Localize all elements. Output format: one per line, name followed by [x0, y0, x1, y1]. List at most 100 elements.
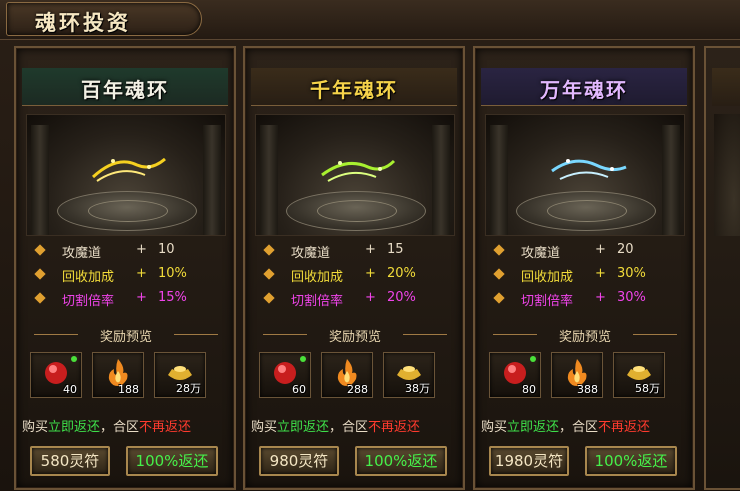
- buy-button[interactable]: 980灵符: [259, 446, 339, 476]
- stat-name: 攻魔道: [521, 246, 561, 261]
- reward-slots: 60 288 38万: [259, 352, 455, 402]
- diamond-bullet-icon: [34, 244, 46, 256]
- stat-name: 回收加成: [521, 270, 574, 285]
- stat-value: 30%: [617, 266, 646, 281]
- notice-prefix: 购买: [251, 420, 278, 435]
- stat-plus: +: [136, 242, 147, 257]
- stat-list: 攻魔道 + 20 回收加成 + 30% 切割倍率 + 30%: [485, 240, 685, 312]
- return-button[interactable]: 100%返还: [355, 446, 447, 476]
- pedestal: [57, 191, 197, 231]
- diamond-bullet-icon: [263, 292, 275, 304]
- card-title: 千年魂环: [310, 78, 398, 102]
- stat-name: 攻魔道: [62, 246, 102, 261]
- stat-plus: +: [595, 290, 606, 305]
- return-button[interactable]: 100%返还: [585, 446, 677, 476]
- stat-plus: +: [365, 290, 376, 305]
- stat-plus: +: [136, 290, 147, 305]
- ring-display-stage: [26, 114, 226, 236]
- stat-name: 切割倍率: [62, 294, 115, 309]
- notice-green: 立即返还: [507, 420, 560, 435]
- new-indicator-dot: [300, 356, 306, 362]
- notice-red: 不再返还: [139, 420, 192, 435]
- reward-slots: 40 188 28万: [30, 352, 226, 402]
- buy-button[interactable]: 1980灵符: [489, 446, 569, 476]
- reward-slot[interactable]: 288: [321, 352, 373, 398]
- reward-count: 80: [522, 383, 536, 396]
- stat-row: 回收加成 + 30%: [485, 264, 685, 286]
- stat-row: 回收加成 + 10%: [26, 264, 226, 286]
- green-soul-ring-icon: [321, 159, 396, 182]
- title-plate: 魂环投资: [6, 2, 202, 36]
- stat-name: 回收加成: [62, 270, 115, 285]
- stat-row: 切割倍率 + 20%: [255, 288, 455, 310]
- stat-name: 切割倍率: [291, 294, 344, 309]
- reward-slot[interactable]: 60: [259, 352, 311, 398]
- stat-plus: +: [365, 242, 376, 257]
- ring-display-stage: [255, 114, 455, 236]
- stat-plus: +: [595, 242, 606, 257]
- diamond-bullet-icon: [263, 268, 275, 280]
- stat-row: 攻魔道 + 10: [26, 240, 226, 262]
- notice-prefix: 购买: [22, 420, 49, 435]
- stat-value: 15%: [158, 290, 187, 305]
- stat-plus: +: [365, 266, 376, 281]
- window-title: 魂环投资: [35, 10, 131, 35]
- diamond-bullet-icon: [263, 244, 275, 256]
- reward-preview-label: 奖励预览: [255, 326, 455, 345]
- card-partial-offscreen: [704, 46, 740, 490]
- stat-value: 20: [617, 242, 634, 257]
- reward-count: 40: [63, 383, 77, 396]
- card-millennium-ring: 千年魂环 攻魔道 + 15 回收加成 + 20% 切割倍率 + 20% 奖励预览…: [243, 46, 465, 490]
- notice-green: 立即返还: [277, 420, 330, 435]
- ring-display-stage: [485, 114, 685, 236]
- card-header: 万年魂环: [481, 68, 687, 106]
- card-title: 万年魂环: [540, 78, 628, 102]
- reward-count: 288: [347, 383, 368, 396]
- card-header: 千年魂环: [251, 68, 457, 106]
- stat-row: 回收加成 + 20%: [255, 264, 455, 286]
- gold-soul-ring-icon: [91, 157, 166, 182]
- ring-display-stage: [714, 114, 740, 236]
- diamond-bullet-icon: [493, 292, 505, 304]
- diamond-bullet-icon: [34, 268, 46, 280]
- pedestal: [516, 191, 656, 231]
- notice-mid: ，合区: [100, 420, 140, 435]
- stat-plus: +: [136, 266, 147, 281]
- reward-count: 38万: [405, 382, 430, 395]
- stat-value: 20%: [387, 266, 416, 281]
- pedestal: [286, 191, 426, 231]
- stat-row: 攻魔道 + 20: [485, 240, 685, 262]
- stat-value: 20%: [387, 290, 416, 305]
- refund-notice: 购买立即返还，合区不再返还: [481, 416, 691, 435]
- return-button[interactable]: 100%返还: [126, 446, 218, 476]
- card-century-ring: 百年魂环 攻魔道 + 10 回收加成 + 10% 切割倍率 + 15% 奖励预览…: [14, 46, 236, 490]
- card-myriad-ring: 万年魂环 攻魔道 + 20 回收加成 + 30% 切割倍率 + 30% 奖励预览…: [473, 46, 695, 490]
- new-indicator-dot: [530, 356, 536, 362]
- stat-value: 10: [158, 242, 175, 257]
- reward-slot[interactable]: 388: [551, 352, 603, 398]
- reward-slot[interactable]: 80: [489, 352, 541, 398]
- stat-plus: +: [595, 266, 606, 281]
- reward-count: 58万: [635, 382, 660, 395]
- diamond-bullet-icon: [493, 244, 505, 256]
- reward-preview-label: 奖励预览: [26, 326, 226, 345]
- investment-panel: 魂环投资 百年魂环 攻魔道 + 10 回收加成 + 10% 切割倍率 + 15%…: [0, 0, 740, 491]
- stat-value: 10%: [158, 266, 187, 281]
- card-title: 百年魂环: [81, 78, 169, 102]
- buy-button[interactable]: 580灵符: [30, 446, 110, 476]
- notice-green: 立即返还: [48, 420, 101, 435]
- notice-mid: ，合区: [329, 420, 369, 435]
- stat-name: 攻魔道: [291, 246, 331, 261]
- diamond-bullet-icon: [493, 268, 505, 280]
- card-header: [712, 68, 740, 106]
- refund-notice: 购买立即返还，合区不再返还: [251, 416, 461, 435]
- stat-name: 回收加成: [291, 270, 344, 285]
- reward-slot[interactable]: 188: [92, 352, 144, 398]
- reward-slot[interactable]: 38万: [383, 352, 435, 398]
- stat-list: 攻魔道 + 15 回收加成 + 20% 切割倍率 + 20%: [255, 240, 455, 312]
- reward-slot[interactable]: 40: [30, 352, 82, 398]
- blue-soul-ring-icon: [551, 159, 627, 180]
- stat-row: 切割倍率 + 15%: [26, 288, 226, 310]
- reward-slot[interactable]: 28万: [154, 352, 206, 398]
- reward-slot[interactable]: 58万: [613, 352, 665, 398]
